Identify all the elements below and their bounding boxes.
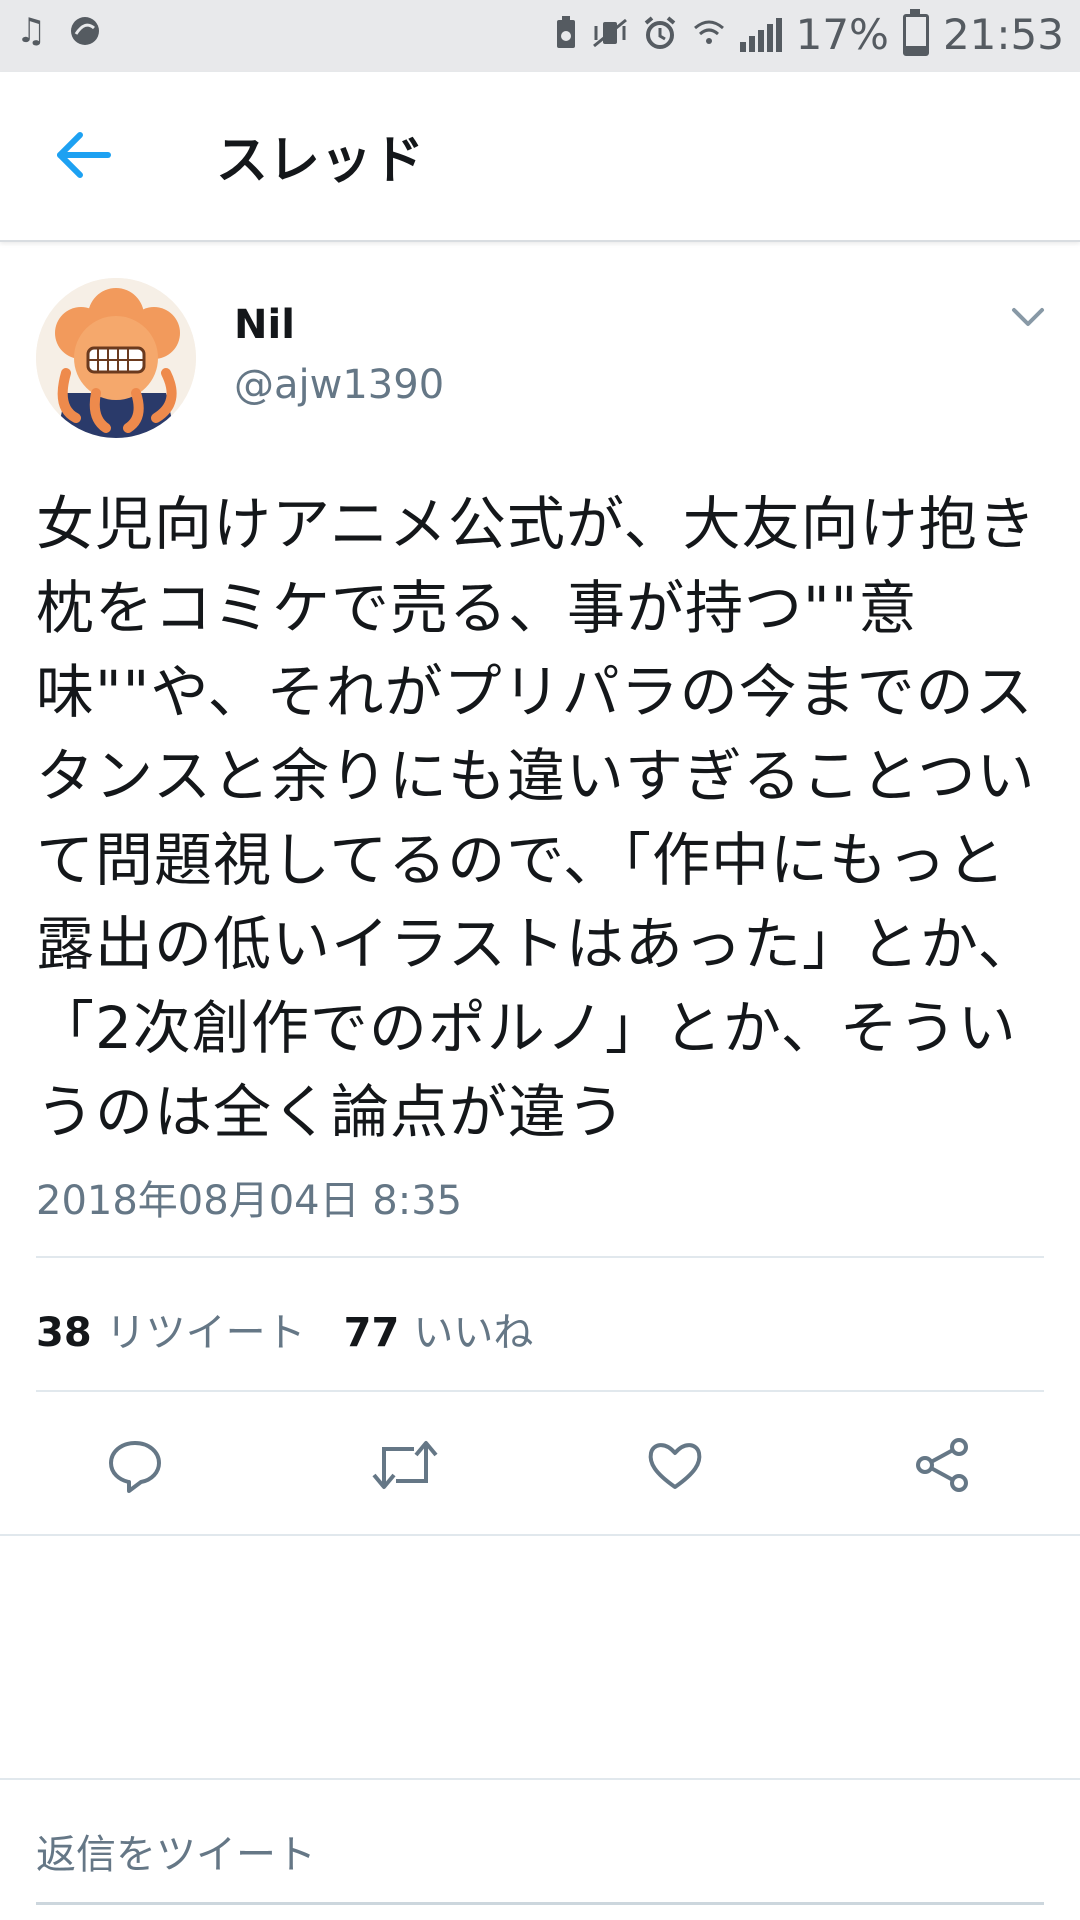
retweet-icon [372,1441,438,1489]
retweet-count[interactable]: 38 [36,1310,92,1356]
divider [0,1534,1080,1536]
retweet-label[interactable]: リツイート [106,1300,306,1358]
tweet-menu-button[interactable] [1010,305,1046,329]
back-arrow-icon [57,132,111,178]
battery-percentage: 17% [795,10,889,59]
sync-icon [68,14,102,52]
divider [36,1390,1044,1392]
divider [36,1256,1044,1258]
author-handle[interactable]: @ajw1390 [234,362,444,408]
signal-icon [739,17,782,52]
avatar[interactable] [36,278,196,438]
like-icon [648,1443,702,1489]
divider [0,1778,1080,1780]
alarm-icon [642,15,678,55]
retweet-button[interactable] [370,1430,440,1500]
back-button[interactable] [52,128,116,182]
like-label[interactable]: いいね [413,1300,533,1358]
share-button[interactable] [908,1430,978,1500]
like-button[interactable] [640,1430,710,1500]
reply-button[interactable] [100,1430,170,1500]
wifi-icon [692,16,726,54]
battery-icon [902,8,929,56]
chevron-down-icon [1012,308,1044,326]
reply-input-underline [36,1902,1044,1905]
music-pass-icon: ♫ [16,11,47,51]
reply-input[interactable]: 返信をツイート [36,1822,316,1880]
tweet-stats: 38 リツイート 77 いいね [36,1300,557,1358]
clock: 21:53 [942,10,1064,59]
reply-icon [109,1441,161,1493]
status-bar: ♫ 17% 21:53 [0,0,1080,72]
page-title: スレッド [216,131,425,191]
app-header: スレッド [0,72,1080,242]
author-name[interactable]: Nil [234,302,295,348]
tweet-timestamp: 2018年08月04日 8:35 [36,1178,463,1224]
like-count[interactable]: 77 [344,1310,400,1356]
mute-vibrate-icon [592,16,628,54]
tweet-text: 女児向けアニメ公式が、大友向け抱き枕をコミケで売る、事が持つ""意味""や、それ… [36,490,1037,1146]
share-icon [916,1438,968,1492]
tweet-actions [0,1400,1080,1530]
battery-saver-icon [554,15,578,54]
